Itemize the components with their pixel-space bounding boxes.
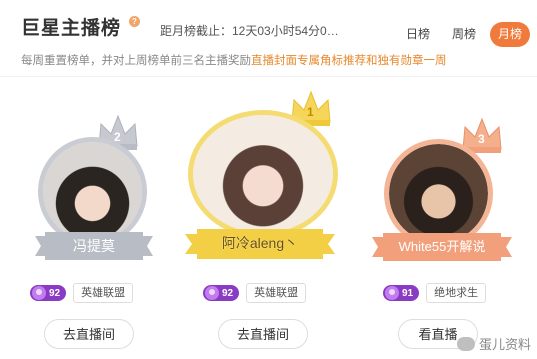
avatar[interactable] (43, 142, 142, 241)
fan-level-badge: 92 (30, 285, 67, 301)
fan-level-value: 91 (402, 287, 414, 299)
go-live-room-button[interactable]: 去直播间 (218, 319, 308, 349)
tab-weekly[interactable]: 周榜 (444, 22, 484, 47)
help-icon[interactable]: ? (129, 16, 140, 27)
avatar-ring (188, 110, 338, 238)
fan-gem-icon (205, 286, 219, 300)
subtitle-highlight: 直播封面专属角标推荐和独有勋章一周 (251, 55, 447, 67)
tab-daily[interactable]: 日榜 (398, 22, 438, 47)
fan-level-badge: 91 (383, 285, 420, 301)
go-live-room-button[interactable]: 去直播间 (44, 319, 134, 349)
avatar[interactable] (193, 115, 333, 233)
crown-rank-number: 3 (478, 132, 485, 146)
avatar-ring (38, 137, 147, 246)
tab-monthly[interactable]: 月榜 (490, 22, 530, 47)
fan-level-value: 92 (49, 287, 61, 299)
avatar[interactable] (389, 144, 488, 243)
streamer-name[interactable]: White55开解说 (383, 235, 501, 259)
wechat-icon (456, 336, 475, 351)
fan-level-badge: 92 (203, 285, 240, 301)
watermark-text: 蛋儿资料 (478, 337, 531, 352)
crown-rank-number: 1 (307, 105, 314, 119)
game-tag[interactable]: 英雄联盟 (246, 283, 307, 303)
streamer-name[interactable]: 阿冷aleng丶 (197, 231, 323, 255)
fan-gem-icon (385, 286, 399, 300)
subtitle-plain: 每周重置榜单，并对上周榜单前三名主播奖励 (21, 55, 251, 67)
streamer-name[interactable]: 冯提莫 (45, 234, 143, 258)
fan-gem-icon (32, 286, 46, 300)
game-tag[interactable]: 绝地求生 (426, 283, 487, 303)
watermark: 蛋儿资料 (456, 334, 531, 353)
game-tag[interactable]: 英雄联盟 (73, 283, 134, 303)
page-title: 巨星主播榜 (21, 18, 122, 39)
countdown-text: 距月榜截止：12天03小时54分0… (160, 24, 339, 38)
avatar-ring (384, 139, 493, 248)
badge-row: 92 英雄联盟 (203, 283, 307, 303)
fan-level-value: 92 (222, 287, 234, 299)
subtitle: 每周重置榜单，并对上周榜单前三名主播奖励直播封面专属角标推荐和独有勋章一周 (21, 52, 447, 68)
badge-row: 92 英雄联盟 (30, 283, 134, 303)
divider (0, 76, 537, 77)
ranking-tabs: 日榜 周榜 月榜 (392, 22, 530, 47)
badge-row: 91 绝地求生 (383, 283, 487, 303)
